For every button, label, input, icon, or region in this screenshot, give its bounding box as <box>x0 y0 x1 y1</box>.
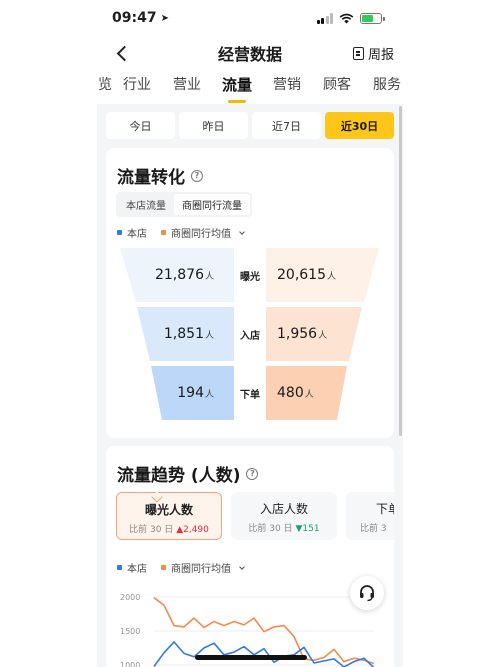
metric-delta: 2,490 <box>183 525 209 535</box>
nav-bar: 经营数据 周报 <box>0 36 500 70</box>
headset-icon <box>360 585 374 602</box>
help-icon[interactable]: ? <box>191 169 203 182</box>
funnel-peer-exposure-value: 20,615人 <box>277 267 337 283</box>
metric-card-exposure[interactable]: 曝光人数 比前 30 日 ▲2,490 <box>116 492 222 540</box>
funnel-legend: 本店 商圈同行均值 <box>117 225 245 240</box>
date-range-tabs: 今日 昨日 近7日 近30日 <box>106 112 394 139</box>
y-tick-label: 2000 <box>120 593 140 602</box>
funnel-peer-entry-value: 1,956人 <box>277 326 328 342</box>
tab-customers[interactable]: 顾客 <box>312 74 362 104</box>
legend-store: 本店 <box>117 225 147 240</box>
metric-delta: 151 <box>302 524 320 534</box>
traffic-trend-card: 流量趋势 (人数) ? 曝光人数 比前 30 日 ▲2,490 入店人数 比前 … <box>106 446 394 667</box>
page-title: 经营数据 <box>217 45 282 64</box>
date-tab-today[interactable]: 今日 <box>106 112 175 139</box>
scrollbar[interactable] <box>399 106 402 436</box>
location-arrow-icon: ➤ <box>160 12 169 24</box>
tab-industry[interactable]: 行业 <box>112 74 162 104</box>
legend-store-label: 本店 <box>127 564 147 575</box>
funnel-label-entry: 入店 <box>240 331 260 342</box>
traffic-source-toggle: 本店流量 商圈同行流量 <box>116 192 252 217</box>
funnel-store-exposure-value: 21,876人 <box>154 267 214 283</box>
metric-compare: 比前 30 日 ▼151 <box>248 524 320 534</box>
status-time: 09:47 ➤ <box>112 10 169 26</box>
card-title: 流量趋势 (人数) ? <box>117 461 259 486</box>
metric-compare: 比前 3 <box>360 524 387 534</box>
date-tab-30d[interactable]: 近30日 <box>325 112 394 139</box>
chevron-left-icon <box>116 45 132 61</box>
metric-name: 曝光人数 <box>144 503 193 517</box>
legend-peer[interactable]: 商圈同行均值 <box>161 560 245 575</box>
metric-name: 下单 <box>376 502 394 516</box>
legend-peer-label: 商圈同行均值 <box>171 564 231 575</box>
battery-icon <box>360 12 385 24</box>
metric-name: 入店人数 <box>259 502 308 516</box>
toggle-peer-traffic[interactable]: 商圈同行流量 <box>174 194 250 215</box>
funnel-store-entry-value: 1,851人 <box>163 326 214 342</box>
customer-service-button[interactable] <box>350 576 384 610</box>
document-icon <box>352 47 364 60</box>
card-title: 流量转化 ? <box>117 163 203 188</box>
weekly-report-label: 周报 <box>367 48 394 63</box>
chevron-down-icon <box>239 228 245 235</box>
weekly-report-button[interactable]: 周报 <box>352 44 394 63</box>
status-bar: 09:47 ➤ <box>0 0 500 36</box>
funnel-store-order-value: 194人 <box>177 385 214 401</box>
funnel-label-exposure: 曝光 <box>240 272 260 283</box>
legend-peer-label: 商圈同行均值 <box>171 229 231 240</box>
tab-overview[interactable]: 览 <box>90 74 112 104</box>
tab-traffic[interactable]: 流量 <box>212 74 262 104</box>
metric-card-entry[interactable]: 入店人数 比前 30 日 ▼151 <box>231 492 337 540</box>
tab-business[interactable]: 营业 <box>162 74 212 104</box>
traffic-conversion-card: 流量转化 ? 本店流量 商圈同行流量 本店 商圈同行均值 21,876人 1,8… <box>106 148 394 438</box>
main-tabs: 览 行业 营业 流量 营销 顾客 服务 <box>90 74 408 104</box>
tab-service[interactable]: 服务 <box>362 74 408 104</box>
y-tick-label: 1000 <box>120 661 140 667</box>
cellular-signal-icon <box>316 12 333 24</box>
chevron-down-icon <box>239 563 245 570</box>
status-icons <box>316 12 385 24</box>
back-button[interactable] <box>108 38 136 68</box>
conversion-title: 流量转化 <box>117 168 185 188</box>
y-tick-label: 1500 <box>120 627 140 636</box>
tab-marketing[interactable]: 营销 <box>262 74 312 104</box>
home-indicator <box>195 655 307 660</box>
trend-legend: 本店 商圈同行均值 <box>117 560 245 575</box>
trend-title: 流量趋势 (人数) <box>117 466 241 486</box>
toggle-store-traffic[interactable]: 本店流量 <box>118 194 174 215</box>
funnel-label-order: 下单 <box>240 390 260 401</box>
wifi-icon <box>339 13 354 23</box>
date-tab-7d[interactable]: 近7日 <box>252 112 321 139</box>
legend-store-label: 本店 <box>127 229 147 240</box>
legend-store: 本店 <box>117 560 147 575</box>
metric-card-order[interactable]: 下单 比前 3 <box>346 492 394 540</box>
metric-compare: 比前 30 日 ▲2,490 <box>129 525 209 535</box>
clock: 09:47 <box>112 10 157 26</box>
help-icon[interactable]: ? <box>246 467 259 480</box>
date-tab-yesterday[interactable]: 昨日 <box>179 112 248 139</box>
legend-peer[interactable]: 商圈同行均值 <box>161 225 245 240</box>
funnel-peer-order-value: 480人 <box>277 385 314 401</box>
